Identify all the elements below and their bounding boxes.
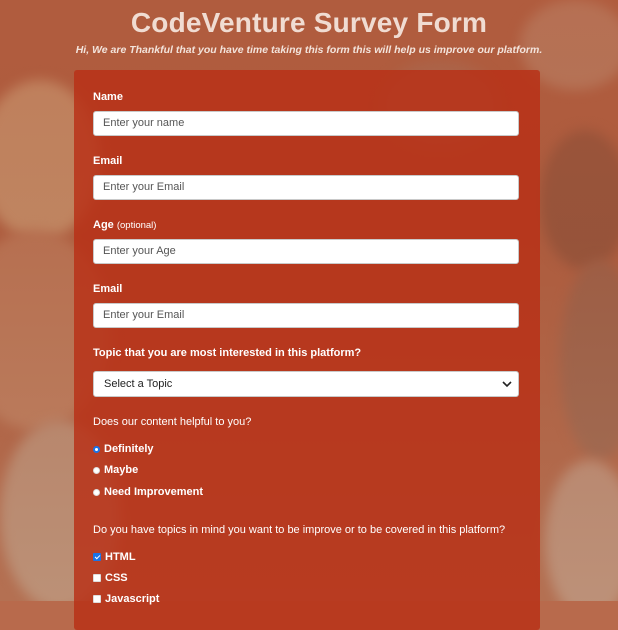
- chevron-down-icon: [502, 372, 512, 404]
- checkbox-css[interactable]: CSS: [93, 572, 128, 584]
- age-label-text: Age: [93, 219, 114, 231]
- age-optional-note: (optional): [116, 220, 157, 231]
- checkbox[interactable]: [93, 574, 101, 582]
- helpful-question: Does our content helpful to you?: [93, 416, 252, 428]
- age-label: Age (optional): [93, 219, 156, 231]
- email-label: Email: [93, 155, 123, 167]
- checkbox-html[interactable]: HTML: [93, 551, 136, 563]
- email-confirm-label: Email: [93, 283, 123, 295]
- name-input[interactable]: Enter your name: [93, 111, 519, 136]
- checkbox[interactable]: [93, 595, 101, 603]
- topic-select-value: Select a Topic: [104, 378, 173, 390]
- page-subtitle: Hi, We are Thankful that you have time t…: [75, 44, 543, 56]
- survey-form: Name Enter your name Email Enter your Em…: [74, 70, 540, 630]
- name-label: Name: [93, 91, 123, 103]
- checkbox-label: CSS: [105, 572, 128, 584]
- radio-button[interactable]: [93, 445, 100, 453]
- radio-button[interactable]: [93, 488, 100, 496]
- checkbox-javascript[interactable]: Javascript: [93, 593, 159, 605]
- radio-maybe[interactable]: Maybe: [93, 464, 138, 476]
- checkbox-label: HTML: [105, 551, 136, 563]
- checkbox[interactable]: [93, 553, 101, 561]
- email-input[interactable]: Enter your Email: [93, 175, 519, 200]
- radio-label: Definitely: [104, 443, 154, 455]
- topic-label: Topic that you are most interested in th…: [93, 347, 362, 359]
- radio-button[interactable]: [93, 466, 100, 474]
- radio-need-improvement[interactable]: Need Improvement: [93, 486, 203, 498]
- age-input[interactable]: Enter your Age: [93, 239, 519, 264]
- checkbox-label: Javascript: [105, 593, 160, 605]
- page-title: CodeVenture Survey Form: [130, 7, 488, 38]
- radio-label: Maybe: [104, 464, 139, 476]
- topics-question: Do you have topics in mind you want to b…: [93, 524, 506, 536]
- topic-select[interactable]: Select a Topic: [93, 371, 519, 397]
- radio-definitely[interactable]: Definitely: [93, 443, 154, 455]
- radio-label: Need Improvement: [104, 486, 204, 498]
- email-confirm-input[interactable]: Enter your Email: [93, 303, 519, 328]
